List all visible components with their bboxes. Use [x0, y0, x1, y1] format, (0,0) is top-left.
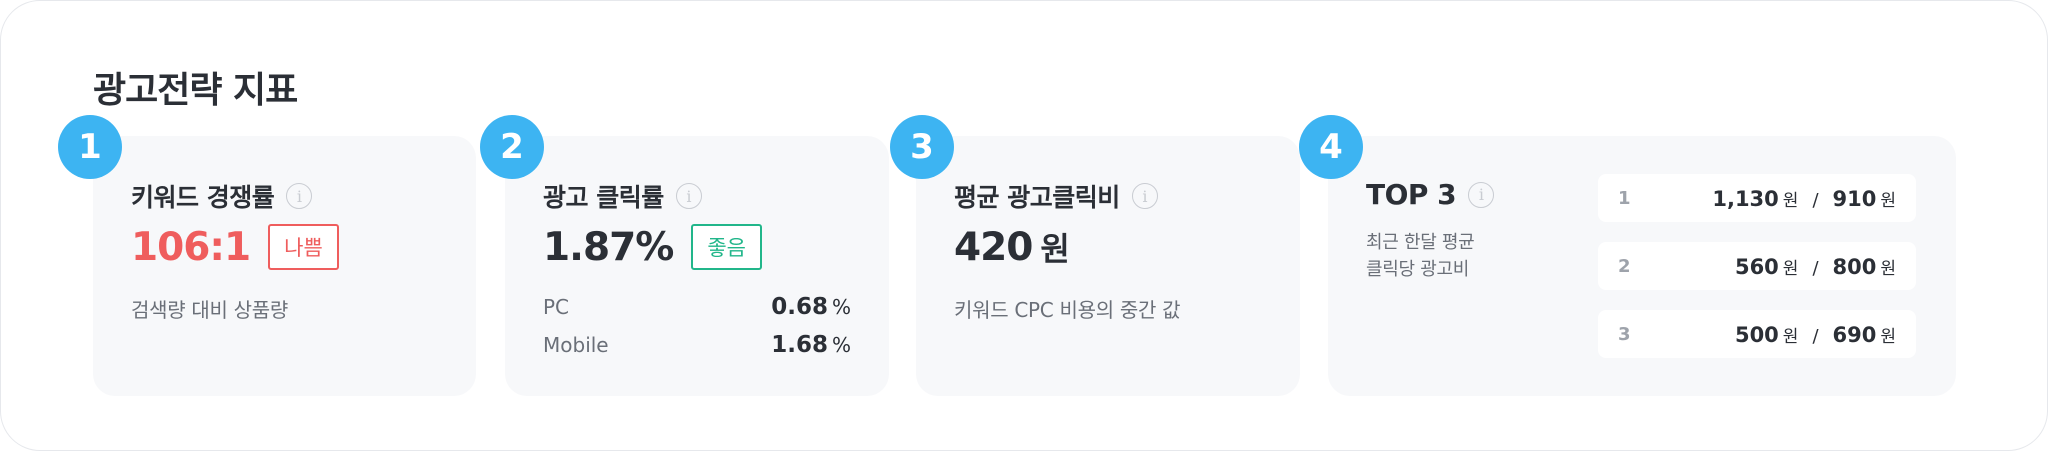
status-badge-bad: 나쁨	[268, 224, 339, 270]
rank-row-3: 3 500 원/690 원	[1598, 310, 1916, 358]
rank-row-1: 1 1,130 원/910 원	[1598, 174, 1916, 222]
rank-values: 560 원/800 원	[1658, 254, 1896, 279]
info-icon[interactable]: i	[286, 183, 313, 209]
rank-unit-b: 원	[1880, 258, 1896, 279]
card-title-label: 키워드 경쟁률	[131, 183, 275, 212]
rank-value-a: 1,130	[1712, 186, 1779, 211]
step-badge-2: 2	[480, 115, 544, 179]
ctr-pc-value: 0.68	[771, 294, 828, 320]
rank-number: 2	[1618, 255, 1631, 277]
step-badge-1: 1	[58, 115, 122, 179]
rank-number: 3	[1618, 323, 1631, 345]
card-title: 키워드 경쟁률 i	[131, 178, 313, 214]
card-title-label: 평균 광고클릭비	[954, 183, 1120, 212]
card-title: 광고 클릭률 i	[543, 178, 702, 214]
top3-description: 최근 한달 평균 클릭당 광고비	[1366, 229, 1475, 283]
step-badge-3: 3	[890, 115, 954, 179]
competition-description: 검색량 대비 상품량	[131, 298, 288, 322]
rank-values: 500 원/690 원	[1658, 322, 1896, 347]
status-badge-good: 좋음	[691, 224, 762, 270]
cpc-value: 420	[954, 225, 1033, 270]
card-title-label: 광고 클릭률	[543, 183, 664, 212]
rank-value-a: 560	[1734, 254, 1779, 279]
rank-value-b: 800	[1832, 254, 1877, 279]
rank-value-a: 500	[1734, 322, 1779, 347]
ctr-pc-unit: %	[831, 295, 851, 319]
rank-unit-a: 원	[1782, 258, 1799, 279]
card-title-label: TOP 3	[1366, 178, 1457, 211]
keyword-competition-card: 키워드 경쟁률 i 106:1 나쁨 검색량 대비 상품량	[93, 136, 476, 396]
rank-separator: /	[1812, 325, 1819, 347]
info-icon[interactable]: i	[675, 183, 702, 209]
rank-separator: /	[1812, 257, 1819, 279]
cpc-description: 키워드 CPC 비용의 중간 값	[954, 298, 1181, 322]
rank-separator: /	[1812, 189, 1819, 211]
top3-description-line1: 최근 한달 평균	[1366, 232, 1475, 253]
rank-unit-b: 원	[1880, 326, 1896, 347]
rank-unit-b: 원	[1880, 190, 1896, 211]
competition-value-row: 106:1 나쁨	[131, 224, 339, 270]
rank-number: 1	[1618, 187, 1631, 209]
ctr-pc-label: PC	[543, 295, 570, 319]
card-title: TOP 3 i	[1366, 178, 1495, 211]
cpc-unit: 원	[1040, 230, 1069, 268]
ctr-mobile-unit: %	[831, 333, 851, 357]
rank-value-b: 690	[1832, 322, 1877, 347]
rank-value-b: 910	[1832, 186, 1877, 211]
ctr-pc-row: PC 0.68%	[543, 294, 851, 320]
info-icon[interactable]: i	[1468, 181, 1495, 208]
ctr-mobile-label: Mobile	[543, 333, 609, 357]
ctr-value: 1.87%	[543, 224, 674, 270]
info-icon[interactable]: i	[1131, 183, 1158, 209]
ctr-value-row: 1.87% 좋음	[543, 224, 762, 270]
ctr-mobile-value: 1.68	[771, 332, 828, 358]
ad-ctr-card: 광고 클릭률 i 1.87% 좋음 PC 0.68% Mobile 1.68%	[505, 136, 889, 396]
step-badge-4: 4	[1299, 115, 1363, 179]
top3-description-line2: 클릭당 광고비	[1366, 259, 1469, 280]
rank-unit-a: 원	[1782, 326, 1799, 347]
competition-value: 106:1	[131, 224, 251, 270]
cpc-value-row: 420 원	[954, 224, 1070, 270]
strategy-panel: 광고전략 지표 키워드 경쟁률 i 106:1 나쁨 검색량 대비 상품량 1 …	[0, 0, 2048, 451]
top3-card: TOP 3 i 최근 한달 평균 클릭당 광고비 1 1,130 원/910 원 2…	[1328, 136, 1956, 396]
ctr-mobile-row: Mobile 1.68%	[543, 332, 851, 358]
avg-cpc-card: 평균 광고클릭비 i 420 원 키워드 CPC 비용의 중간 값	[916, 136, 1300, 396]
rank-unit-a: 원	[1782, 190, 1799, 211]
card-title: 평균 광고클릭비 i	[954, 178, 1158, 214]
rank-values: 1,130 원/910 원	[1658, 186, 1896, 211]
section-title: 광고전략 지표	[93, 70, 298, 111]
rank-row-2: 2 560 원/800 원	[1598, 242, 1916, 290]
